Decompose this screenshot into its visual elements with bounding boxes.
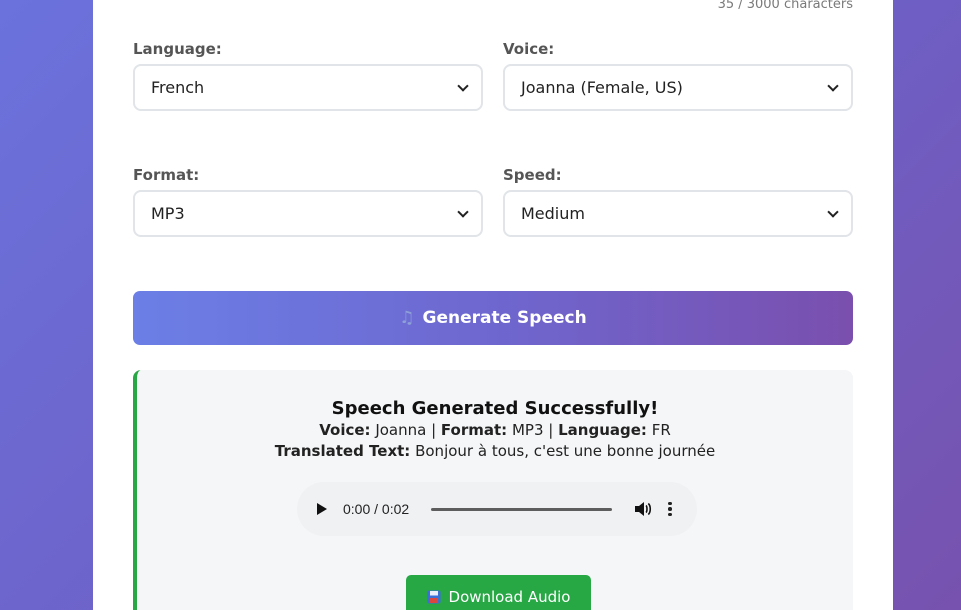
tts-form-card: 35 / 3000 characters Language: French Vo… (93, 0, 893, 610)
volume-icon[interactable] (634, 501, 652, 517)
chevron-down-icon (827, 205, 839, 218)
format-field: Format: MP3 (133, 166, 483, 237)
speed-select[interactable]: Medium (503, 190, 853, 237)
format-meta-label: Format: (440, 421, 508, 439)
character-count: 35 / 3000 characters (717, 0, 853, 12)
format-meta-value: MP3 (511, 421, 544, 439)
more-options-icon[interactable] (668, 501, 672, 517)
chevron-down-icon (827, 79, 839, 92)
voice-meta-value: Joanna (375, 421, 427, 439)
generate-speech-button[interactable]: ♫ Generate Speech (133, 291, 853, 345)
translated-text-label: Translated Text: (274, 442, 411, 460)
language-meta-label: Language: (558, 421, 647, 439)
language-select-value: French (151, 78, 205, 97)
result-title: Speech Generated Successfully! (331, 398, 659, 419)
chevron-down-icon (457, 79, 469, 92)
voice-select[interactable]: Joanna (Female, US) (503, 64, 853, 111)
audio-progress-track[interactable] (431, 507, 613, 511)
format-select[interactable]: MP3 (133, 190, 483, 237)
language-field: Language: French (133, 40, 483, 111)
speed-label: Speed: (503, 166, 562, 184)
download-audio-button[interactable]: Download Audio (406, 575, 591, 610)
generate-speech-label: Generate Speech (422, 308, 587, 328)
speed-select-value: Medium (521, 204, 585, 223)
translated-text-value: Bonjour à tous, c'est une bonne journée (415, 442, 716, 460)
speed-field: Speed: Medium (503, 166, 853, 237)
voice-meta-label: Voice: (319, 421, 371, 439)
chevron-down-icon (457, 205, 469, 218)
play-icon[interactable] (317, 503, 327, 515)
download-audio-label: Download Audio (448, 588, 571, 606)
save-icon (427, 590, 441, 604)
result-panel: Speech Generated Successfully! Voice: Jo… (133, 370, 853, 610)
result-meta: Voice: Joanna | Format: MP3 | Language: … (319, 421, 671, 439)
audio-player: 0:00 / 0:02 (297, 482, 697, 536)
audio-time: 0:00 / 0:02 (343, 501, 410, 517)
voice-label: Voice: (503, 40, 555, 58)
language-meta-value: FR (651, 421, 671, 439)
language-label: Language: (133, 40, 222, 58)
voice-select-value: Joanna (Female, US) (521, 78, 683, 97)
translated-text-row: Translated Text: Bonjour à tous, c'est u… (137, 441, 853, 462)
voice-field: Voice: Joanna (Female, US) (503, 40, 853, 111)
language-select[interactable]: French (133, 64, 483, 111)
format-select-value: MP3 (151, 204, 185, 223)
format-label: Format: (133, 166, 200, 184)
musical-note-icon: ♫ (399, 308, 415, 328)
